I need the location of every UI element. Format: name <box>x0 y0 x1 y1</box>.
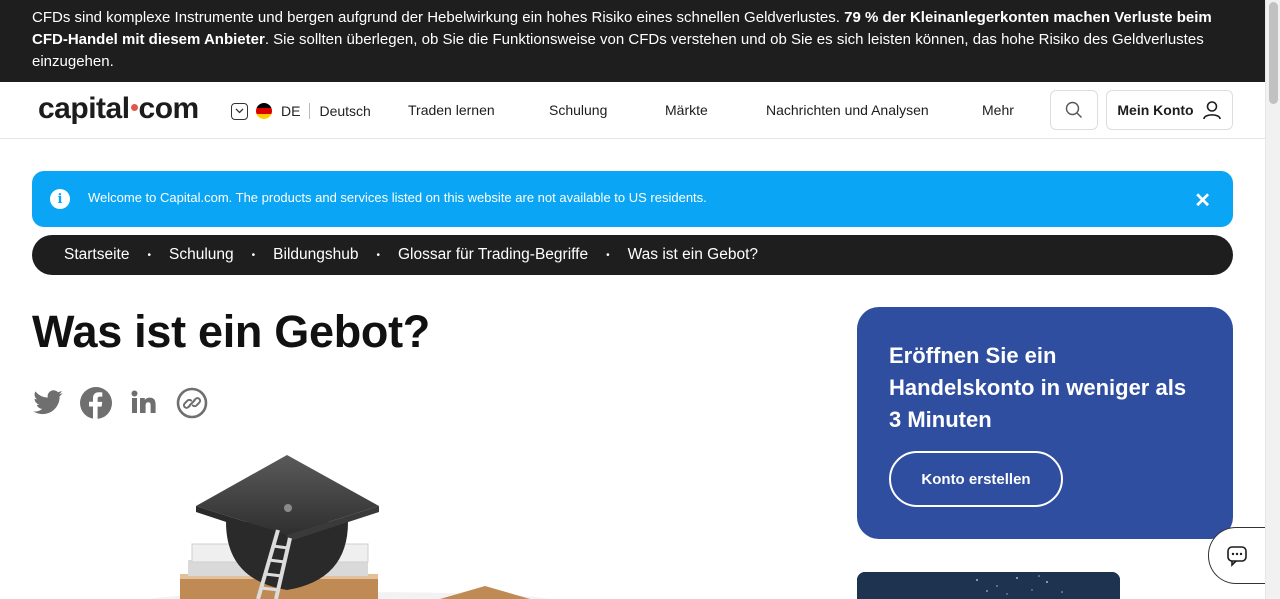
breadcrumb-current: Was ist ein Gebot? <box>627 246 758 263</box>
breadcrumb-glossar[interactable]: Glossar für Trading-Begriffe <box>398 246 588 264</box>
chevron-down-icon <box>231 102 248 120</box>
nav-traden-lernen[interactable]: Traden lernen <box>408 102 495 118</box>
chat-icon <box>1227 545 1247 567</box>
breadcrumb-separator: • <box>251 249 256 261</box>
germany-flag-icon <box>256 103 272 119</box>
nav-mehr[interactable]: Mehr <box>982 102 1014 118</box>
nav-nachrichten-analysen[interactable]: Nachrichten und Analysen <box>766 102 929 118</box>
risk-warning-text: CFDs sind komplexe Instrumente und berge… <box>32 9 845 26</box>
breadcrumb-startseite[interactable]: Startseite <box>64 246 129 264</box>
my-account-label: Mein Konto <box>1117 102 1194 118</box>
risk-warning-banner: CFDs sind komplexe Instrumente und berge… <box>0 0 1265 82</box>
promo-media-card[interactable] <box>857 572 1120 599</box>
us-residents-notice: i Welcome to Capital.com. The products a… <box>32 171 1233 227</box>
search-button[interactable] <box>1050 90 1098 130</box>
breadcrumb-schulung[interactable]: Schulung <box>169 246 234 264</box>
nav-schulung[interactable]: Schulung <box>549 102 607 118</box>
language-name: Deutsch <box>319 103 371 119</box>
notice-message: Welcome to Capital.com. The products and… <box>88 190 707 205</box>
twitter-share-button[interactable] <box>32 387 64 419</box>
breadcrumb: Startseite • Schulung • Bildungshub • Gl… <box>32 235 1233 275</box>
copy-link-icon <box>176 387 208 419</box>
linkedin-icon <box>131 390 156 413</box>
user-icon <box>1202 101 1221 120</box>
nav-maerkte[interactable]: Märkte <box>665 102 708 118</box>
logo-dot <box>130 103 138 111</box>
create-account-button[interactable]: Konto erstellen <box>889 451 1063 507</box>
breadcrumb-separator: • <box>147 249 151 261</box>
starfield-image <box>857 572 1120 599</box>
close-icon[interactable]: ✕ <box>1194 188 1211 213</box>
copy-link-button[interactable] <box>176 387 208 419</box>
graduation-cap-illustration <box>151 455 549 599</box>
chat-button[interactable] <box>1208 527 1265 584</box>
search-icon <box>1065 101 1082 118</box>
facebook-icon <box>80 387 112 419</box>
page-title: Was ist ein Gebot? <box>32 306 430 357</box>
capital-logo[interactable]: capital com <box>38 92 199 126</box>
info-icon: i <box>50 189 70 209</box>
my-account-button[interactable]: Mein Konto <box>1106 90 1233 130</box>
breadcrumb-separator: • <box>606 249 610 261</box>
linkedin-share-button[interactable] <box>128 387 160 419</box>
breadcrumb-bildungshub[interactable]: Bildungshub <box>273 246 358 264</box>
promo-heading: Eröffnen Sie ein Handelskonto in weniger… <box>889 343 1187 432</box>
open-account-promo: Eröffnen Sie ein Handelskonto in weniger… <box>857 307 1233 539</box>
site-header: capital com DE Deutsch Traden lernen Schu… <box>0 82 1265 139</box>
vertical-scrollbar[interactable] <box>1265 0 1280 599</box>
language-selector[interactable]: DE Deutsch <box>231 102 371 120</box>
facebook-share-button[interactable] <box>80 387 112 419</box>
language-divider <box>309 103 311 119</box>
breadcrumb-separator: • <box>376 249 380 261</box>
language-code: DE <box>281 103 301 119</box>
scrollbar-thumb[interactable] <box>1269 2 1278 104</box>
twitter-icon <box>33 390 63 415</box>
